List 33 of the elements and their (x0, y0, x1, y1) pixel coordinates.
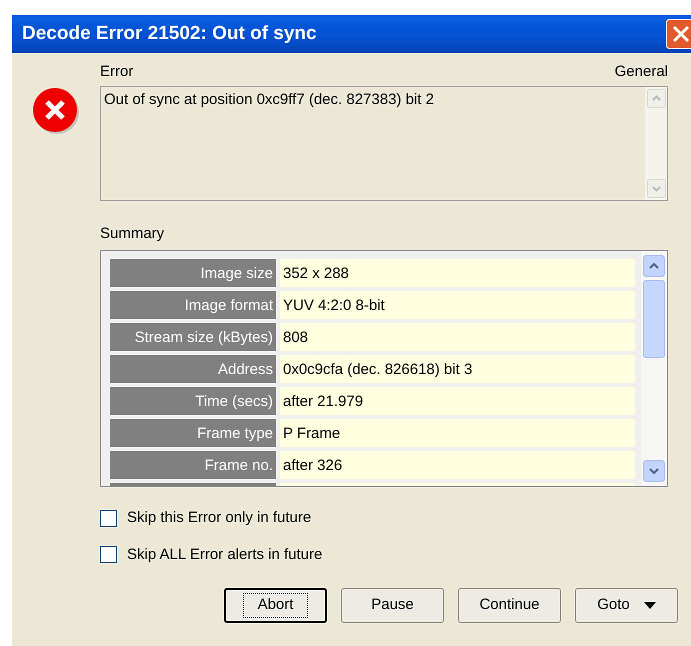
checkbox-label: Skip this Error only in future (127, 508, 312, 528)
field-label: Image size (110, 259, 276, 287)
field-value: after 21.979 (280, 387, 635, 415)
field-label: Frame no. (110, 451, 276, 479)
scroll-up-icon[interactable] (643, 255, 665, 277)
scroll-thumb[interactable] (643, 280, 665, 358)
checkbox[interactable] (100, 546, 117, 564)
field-value: P Frame (280, 419, 635, 447)
field-label: Address (110, 355, 276, 383)
field-value: after 326 (280, 451, 635, 479)
dropdown-button[interactable]: Goto (575, 588, 678, 623)
field-value: 808 (280, 323, 635, 351)
window-title: Decode Error 21502: Out of sync (22, 22, 317, 46)
summary-label: Summary (100, 224, 166, 244)
category-label: General (614, 62, 668, 82)
field-value: YUV 4:2:0 8-bit (280, 291, 635, 319)
field-value: 352 x 288 (280, 259, 635, 287)
error-message: Out of sync at position 0xc9ff7 (dec. 827383) bit 2 (103, 90, 435, 110)
field-label: Stream size (kBytes) (110, 323, 276, 351)
close-icon[interactable] (666, 19, 691, 49)
error-label: Error (100, 62, 134, 82)
field-value: 0x0c9cfa (dec. 826618) bit 3 (280, 355, 635, 383)
action-button[interactable]: Continue (458, 588, 561, 623)
checkbox-label: Skip ALL Error alerts in future (127, 544, 322, 564)
field-label: Frame type (110, 419, 276, 447)
error-icon (32, 87, 80, 135)
caret-icon (644, 602, 656, 610)
field-label: Time (secs) (110, 387, 276, 415)
checkbox[interactable] (100, 510, 117, 527)
action-button[interactable]: Pause (341, 588, 444, 623)
scroll-down-icon[interactable] (643, 460, 665, 482)
field-label: Image format (110, 291, 276, 319)
action-button[interactable]: Abort (224, 588, 327, 623)
